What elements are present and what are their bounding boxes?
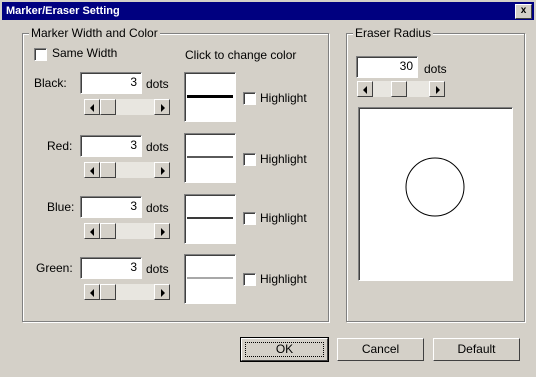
scroll-right-button[interactable]	[154, 223, 170, 239]
same-width-checkbox[interactable]	[34, 48, 47, 61]
default-label: Default	[457, 342, 496, 356]
scroll-thumb[interactable]	[100, 162, 116, 178]
scroll-thumb[interactable]	[100, 99, 116, 115]
black-highlight-checkbox[interactable]	[243, 92, 256, 105]
scroll-thumb[interactable]	[100, 223, 116, 239]
scroll-thumb[interactable]	[391, 81, 407, 97]
blue-label: Blue:	[47, 200, 75, 214]
red-highlight-checkbox[interactable]	[243, 153, 256, 166]
blue-units: dots	[146, 201, 169, 215]
scroll-right-button[interactable]	[429, 81, 445, 97]
black-width-scrollbar[interactable]	[84, 99, 170, 115]
blue-color-swatch[interactable]	[184, 194, 236, 244]
eraser-radius-input[interactable]: 30	[356, 56, 418, 78]
blue-line-preview	[187, 217, 233, 219]
window-title: Marker/Eraser Setting	[6, 5, 120, 17]
scroll-left-button[interactable]	[84, 162, 100, 178]
green-line-preview	[187, 277, 233, 279]
click-hint-text: Click to change color	[185, 48, 297, 62]
scroll-left-button[interactable]	[357, 81, 373, 97]
black-line-preview	[187, 95, 233, 98]
black-width-input[interactable]: 3	[80, 72, 142, 94]
eraser-circle-preview	[405, 157, 465, 217]
scroll-left-button[interactable]	[84, 223, 100, 239]
cancel-button[interactable]: Cancel	[337, 338, 424, 361]
red-label: Red:	[47, 139, 73, 153]
red-units: dots	[146, 140, 169, 154]
black-color-swatch[interactable]	[184, 72, 236, 122]
eraser-radius-scrollbar[interactable]	[357, 81, 445, 97]
green-highlight-checkbox[interactable]	[243, 273, 256, 286]
blue-width-input[interactable]: 3	[80, 196, 142, 218]
green-label: Green:	[36, 261, 73, 275]
black-units: dots	[146, 77, 169, 91]
blue-highlight-checkbox[interactable]	[243, 212, 256, 225]
eraser-group-label: Eraser Radius	[353, 26, 434, 40]
red-line-preview	[187, 156, 233, 158]
scroll-left-button[interactable]	[84, 99, 100, 115]
green-color-swatch[interactable]	[184, 254, 236, 304]
black-label: Black:	[34, 76, 67, 90]
default-button[interactable]: Default	[433, 338, 520, 361]
eraser-units: dots	[424, 62, 447, 76]
green-highlight-label: Highlight	[260, 272, 307, 286]
scroll-right-button[interactable]	[154, 99, 170, 115]
focus-rect	[245, 342, 324, 357]
blue-highlight-label: Highlight	[260, 211, 307, 225]
cancel-label: Cancel	[361, 342, 400, 356]
red-color-swatch[interactable]	[184, 133, 236, 183]
dialog: Marker/Eraser Setting x Marker Width and…	[0, 0, 536, 377]
red-width-input[interactable]: 3	[80, 135, 142, 157]
marker-group-label: Marker Width and Color	[29, 26, 160, 40]
red-highlight-label: Highlight	[260, 152, 307, 166]
green-width-scrollbar[interactable]	[84, 284, 170, 300]
red-width-scrollbar[interactable]	[84, 162, 170, 178]
scroll-right-button[interactable]	[154, 162, 170, 178]
black-highlight-label: Highlight	[260, 91, 307, 105]
blue-width-scrollbar[interactable]	[84, 223, 170, 239]
scroll-thumb[interactable]	[100, 284, 116, 300]
same-width-label: Same Width	[52, 46, 118, 60]
scroll-right-button[interactable]	[154, 284, 170, 300]
green-units: dots	[146, 262, 169, 276]
ok-button[interactable]: OK	[240, 337, 329, 362]
close-button[interactable]: x	[515, 4, 532, 19]
eraser-preview-box	[358, 107, 513, 281]
green-width-input[interactable]: 3	[80, 257, 142, 279]
title-bar: Marker/Eraser Setting x	[2, 2, 534, 20]
scroll-left-button[interactable]	[84, 284, 100, 300]
